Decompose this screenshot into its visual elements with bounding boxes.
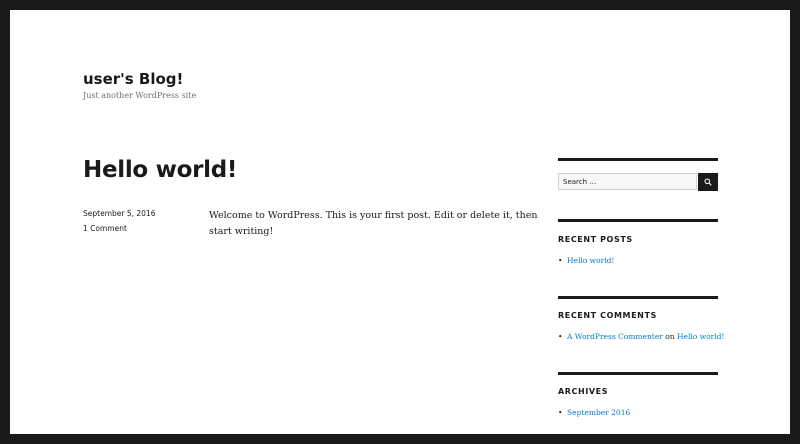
comment-author-link[interactable]: A WordPress Commenter bbox=[567, 332, 663, 341]
widget-divider bbox=[558, 296, 718, 299]
post-content: Welcome to WordPress. This is your first… bbox=[209, 210, 538, 237]
widget-divider bbox=[558, 158, 718, 161]
widget-divider bbox=[558, 372, 718, 375]
recent-comment-item: • A WordPress Commenter on Hello world! bbox=[558, 332, 724, 341]
bullet: • bbox=[558, 408, 563, 417]
recent-post-item: • Hello world! bbox=[558, 256, 614, 265]
post-date[interactable]: September 5, 2016 bbox=[83, 209, 155, 218]
widget-divider bbox=[558, 219, 718, 222]
site-title[interactable]: user's Blog! bbox=[83, 70, 183, 88]
bullet: • bbox=[558, 256, 563, 265]
comment-post-link[interactable]: Hello world! bbox=[677, 332, 724, 341]
search-button[interactable] bbox=[698, 173, 718, 191]
post-comments-link[interactable]: 1 Comment bbox=[83, 224, 127, 233]
archive-item: • September 2016 bbox=[558, 408, 630, 417]
bullet: • bbox=[558, 332, 563, 341]
site-description: Just another WordPress site bbox=[83, 91, 197, 100]
archives-title: ARCHIVES bbox=[558, 387, 609, 396]
search-icon bbox=[704, 178, 712, 186]
page: user's Blog! Just another WordPress site… bbox=[10, 10, 790, 434]
archive-link[interactable]: September 2016 bbox=[567, 408, 630, 417]
recent-post-link[interactable]: Hello world! bbox=[567, 256, 614, 265]
post-title[interactable]: Hello world! bbox=[83, 157, 237, 183]
comment-on-text: on bbox=[665, 332, 675, 341]
recent-posts-title: RECENT POSTS bbox=[558, 235, 633, 244]
search-input[interactable] bbox=[558, 173, 697, 190]
recent-comments-title: RECENT COMMENTS bbox=[558, 311, 657, 320]
